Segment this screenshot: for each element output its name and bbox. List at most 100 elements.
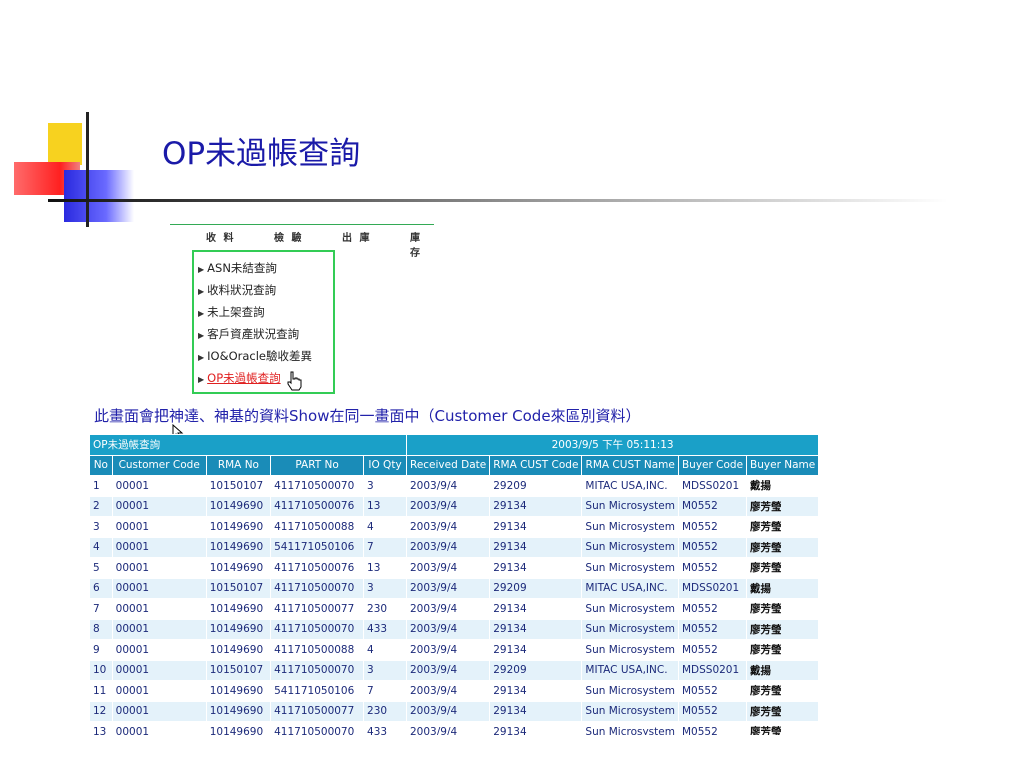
results-table: OP未過帳查詢 2003/9/5 下午 05:11:13 No Customer … bbox=[89, 434, 820, 735]
menu-item-op-unposted[interactable]: ▶ OP未過帳查詢 bbox=[198, 370, 281, 386]
hand-pointer-icon bbox=[287, 371, 302, 391]
table-row[interactable]: 4 00001 10149690 541171050106 7 2003/9/4 29134… bbox=[89, 536, 820, 558]
col-no-cell: 13 bbox=[89, 721, 113, 735]
slide-title: OP未過帳查詢 bbox=[162, 136, 361, 172]
col-part-no-header[interactable]: PART No bbox=[270, 454, 365, 476]
col-no-cell: 3 bbox=[89, 516, 113, 538]
col-buyer-code-header[interactable]: Buyer Code bbox=[677, 454, 748, 476]
col-rma-no-cell: 10149690 bbox=[205, 618, 272, 640]
table-row[interactable]: 10 00001 10150107 411710500070 3 2003/9/4 2920… bbox=[89, 659, 820, 681]
col-received-date-header[interactable]: Received Date bbox=[405, 454, 491, 476]
menu-item-customer-assets[interactable]: ▶ 客戶資產狀況查詢 bbox=[198, 326, 299, 342]
col-io-qty-cell: 3 bbox=[363, 577, 407, 599]
col-buyer-code-cell: M0552 bbox=[677, 536, 748, 558]
col-rma-cust-name-cell: Sun Microsystem bbox=[581, 598, 679, 620]
col-no-cell: 10 bbox=[89, 659, 113, 681]
table-row[interactable]: 2 00001 10149690 411710500076 13 2003/9/4 2913… bbox=[89, 495, 820, 517]
col-part-no-cell: 411710500088 bbox=[270, 639, 365, 661]
col-buyer-code-cell: M0552 bbox=[677, 495, 748, 517]
col-buyer-name-cell: 廖芳瑩 bbox=[746, 700, 820, 722]
col-customer-code-cell: 00001 bbox=[111, 639, 207, 661]
col-io-qty-header[interactable]: IO Qty bbox=[363, 454, 407, 476]
col-buyer-name-cell: 廖芳瑩 bbox=[746, 495, 820, 517]
col-rma-cust-code-header[interactable]: RMA CUST Code bbox=[489, 454, 583, 476]
col-rma-no-cell: 10149690 bbox=[205, 557, 272, 579]
col-part-no-cell: 411710500070 bbox=[270, 721, 365, 735]
menu-item-label: OP未過帳查詢 bbox=[207, 371, 281, 385]
col-buyer-code-cell: MDSS0201 bbox=[677, 659, 748, 681]
col-rma-cust-name-cell: MITAC USA,INC. bbox=[581, 659, 679, 681]
col-io-qty-cell: 13 bbox=[363, 557, 407, 579]
table-row[interactable]: 5 00001 10149690 411710500076 13 2003/9/4 2913… bbox=[89, 557, 820, 579]
col-buyer-name-cell: 戴揚 bbox=[746, 577, 820, 599]
col-customer-code-cell: 00001 bbox=[111, 680, 207, 702]
col-rma-cust-name-header[interactable]: RMA CUST Name bbox=[581, 454, 679, 476]
col-io-qty-cell: 7 bbox=[363, 536, 407, 558]
col-io-qty-cell: 4 bbox=[363, 516, 407, 538]
menu-item-asn[interactable]: ▶ ASN未結查詢 bbox=[198, 260, 277, 276]
col-rma-cust-name-cell: Sun Microsystem bbox=[581, 639, 679, 661]
menu-tab-inventory[interactable]: 庫 存 bbox=[410, 229, 434, 259]
col-buyer-code-cell: M0552 bbox=[677, 700, 748, 722]
col-rma-cust-name-cell: Sun Microsystem bbox=[581, 618, 679, 640]
col-buyer-code-cell: M0552 bbox=[677, 557, 748, 579]
col-rma-cust-name-cell: Sun Microsystem bbox=[581, 495, 679, 517]
col-rma-cust-code-cell: 29134 bbox=[489, 495, 583, 517]
table-row[interactable]: 9 00001 10149690 411710500088 4 2003/9/4 29134… bbox=[89, 639, 820, 661]
col-part-no-cell: 411710500070 bbox=[270, 618, 365, 640]
table-row[interactable]: 6 00001 10150107 411710500070 3 2003/9/4 29209… bbox=[89, 577, 820, 599]
table-row[interactable]: 8 00001 10149690 411710500070 433 2003/9/4 291… bbox=[89, 618, 820, 640]
menu-tab-outbound[interactable]: 出 庫 bbox=[342, 229, 371, 244]
table-row[interactable]: 13 00001 10149690 411710500070 433 2003/9/4 29… bbox=[89, 721, 820, 735]
col-rma-cust-code-cell: 29209 bbox=[489, 475, 583, 497]
table-row[interactable]: 11 00001 10149690 541171050106 7 2003/9/4 2913… bbox=[89, 680, 820, 702]
col-buyer-name-header[interactable]: Buyer Name bbox=[746, 454, 820, 476]
menu-item-label: 客戶資產狀況查詢 bbox=[207, 327, 300, 341]
col-rma-cust-name-cell: MITAC USA,INC. bbox=[581, 577, 679, 599]
col-no-cell: 5 bbox=[89, 557, 113, 579]
table-row[interactable]: 12 00001 10149690 411710500077 230 2003/9/4 29… bbox=[89, 700, 820, 722]
col-no-cell: 2 bbox=[89, 495, 113, 517]
caption-text: Customer Code bbox=[434, 407, 551, 425]
caption-text: 來區別資料） bbox=[550, 407, 641, 425]
triangle-right-icon: ▶ bbox=[198, 265, 205, 274]
menu-item-io-oracle[interactable]: ▶ IO&Oracle驗收差異 bbox=[198, 348, 312, 364]
deco-blue-bar bbox=[64, 170, 134, 222]
col-buyer-name-cell: 廖芳瑩 bbox=[746, 680, 820, 702]
table-row[interactable]: 7 00001 10149690 411710500077 230 2003/9/4 291… bbox=[89, 598, 820, 620]
caption-text: 在同一畫面中（ bbox=[329, 407, 435, 425]
col-customer-code-cell: 00001 bbox=[111, 700, 207, 722]
col-io-qty-cell: 230 bbox=[363, 700, 407, 722]
col-no-cell: 11 bbox=[89, 680, 113, 702]
col-buyer-code-cell: M0552 bbox=[677, 680, 748, 702]
col-no-cell: 7 bbox=[89, 598, 113, 620]
menu-tab-strip: 收 料 檢 驗 出 庫 庫 存 bbox=[170, 224, 434, 259]
col-rma-no-header[interactable]: RMA No bbox=[205, 454, 272, 476]
col-part-no-cell: 411710500070 bbox=[270, 475, 365, 497]
menu-item-not-shelved[interactable]: ▶ 未上架查詢 bbox=[198, 304, 265, 320]
col-customer-code-cell: 00001 bbox=[111, 598, 207, 620]
col-io-qty-cell: 433 bbox=[363, 721, 407, 735]
col-customer-code-cell: 00001 bbox=[111, 577, 207, 599]
table-row[interactable]: 1 00001 10150107 411710500070 3 2003/9/4 29209… bbox=[89, 475, 820, 497]
col-received-date-cell: 2003/9/4 bbox=[405, 618, 491, 640]
col-customer-code-cell: 00001 bbox=[111, 516, 207, 538]
menu-tab-inspection[interactable]: 檢 驗 bbox=[274, 229, 303, 244]
table-row[interactable]: 3 00001 10149690 411710500088 4 2003/9/4 29134… bbox=[89, 516, 820, 538]
triangle-right-icon: ▶ bbox=[198, 331, 205, 340]
col-rma-cust-code-cell: 29134 bbox=[489, 680, 583, 702]
menu-tab-receiving[interactable]: 收 料 bbox=[206, 229, 235, 244]
triangle-right-icon: ▶ bbox=[198, 309, 205, 318]
col-no-cell: 9 bbox=[89, 639, 113, 661]
col-buyer-name-cell: 戴揚 bbox=[746, 475, 820, 497]
col-no-header[interactable]: No bbox=[89, 454, 113, 476]
col-part-no-cell: 411710500076 bbox=[270, 557, 365, 579]
col-customer-code-header[interactable]: Customer Code bbox=[111, 454, 207, 476]
table-title-row: OP未過帳查詢 2003/9/5 下午 05:11:13 bbox=[89, 434, 820, 456]
col-rma-cust-code-cell: 29134 bbox=[489, 639, 583, 661]
menu-item-label: 收料狀況查詢 bbox=[207, 283, 277, 297]
col-buyer-name-cell: 廖芳瑩 bbox=[746, 721, 820, 735]
menu-item-receiving-status[interactable]: ▶ 收料狀況查詢 bbox=[198, 282, 276, 298]
col-buyer-code-cell: M0552 bbox=[677, 516, 748, 538]
col-no-cell: 8 bbox=[89, 618, 113, 640]
